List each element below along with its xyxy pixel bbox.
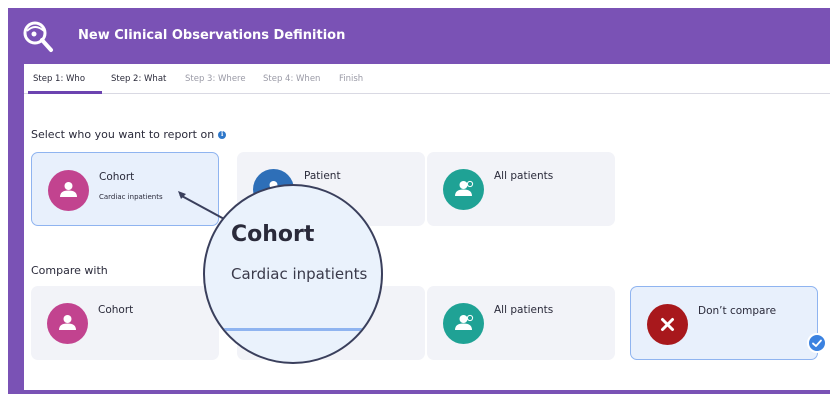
user-icon (47, 303, 88, 344)
compare-card-all-patients[interactable]: All patients (427, 286, 615, 360)
magnifier-card-edge (205, 328, 381, 331)
wizard-panel: Step 1: Who Step 2: What Step 3: Where S… (24, 64, 830, 390)
magnifier-logo-icon (23, 21, 53, 52)
tab-finish[interactable]: Finish (339, 74, 363, 84)
card-title: Patient (304, 170, 341, 182)
info-icon[interactable]: i (218, 131, 227, 139)
magnifier-callout: Cohort Cardiac inpatients (203, 184, 383, 364)
card-title: All patients (494, 170, 554, 182)
card-title: All patients (494, 304, 554, 316)
checkmark-icon (807, 333, 827, 353)
who-card-all-patients[interactable]: All patients (427, 152, 615, 226)
who-card-cohort[interactable]: Cohort Cardiac inpatients (31, 152, 219, 226)
compare-card-cohort[interactable]: Cohort (31, 286, 219, 360)
active-tab-indicator (28, 91, 102, 94)
close-icon (647, 304, 688, 345)
tab-step-4[interactable]: Step 4: When (263, 74, 320, 84)
who-heading-text: Select who you want to report on (31, 128, 215, 141)
tab-step-3[interactable]: Step 3: Where (185, 74, 246, 84)
who-heading: Select who you want to report on i (31, 128, 227, 141)
header-bar: New Clinical Observations Definition (8, 8, 830, 64)
magnifier-title: Cohort (231, 222, 315, 247)
compare-card-dont-compare[interactable]: Don’t compare (630, 286, 818, 360)
step-tabs: Step 1: Who Step 2: What Step 3: Where S… (24, 64, 830, 94)
page-title: New Clinical Observations Definition (78, 28, 346, 43)
app-window: New Clinical Observations Definition Ste… (8, 8, 830, 394)
users-icon (443, 169, 484, 210)
card-subtitle: Cardiac inpatients (99, 193, 163, 201)
card-title: Don’t compare (698, 305, 777, 317)
tab-step-1[interactable]: Step 1: Who (33, 74, 85, 84)
card-title: Cohort (99, 171, 135, 183)
users-icon (443, 303, 484, 344)
compare-heading: Compare with (31, 264, 108, 277)
card-title: Cohort (98, 304, 134, 316)
magnifier-subtitle: Cardiac inpatients (231, 265, 368, 283)
tab-step-2[interactable]: Step 2: What (111, 74, 166, 84)
user-icon (48, 170, 89, 211)
